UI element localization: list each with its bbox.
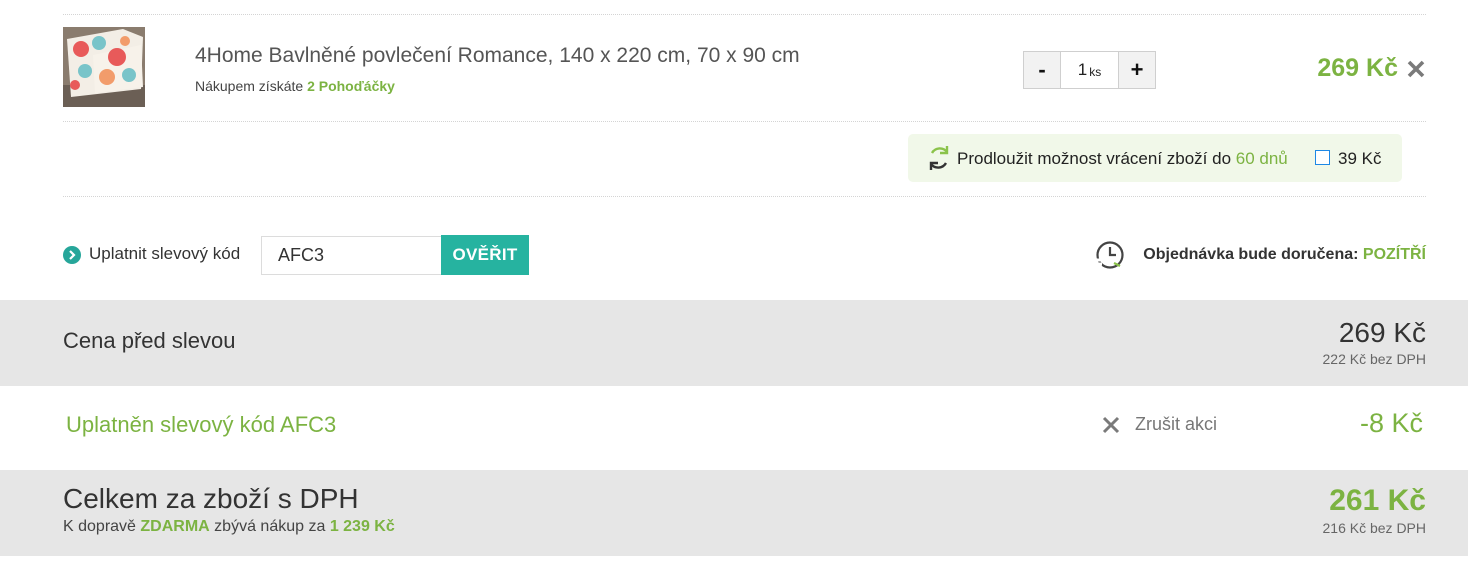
loyalty-points-value[interactable]: 2 Pohoďáčky (307, 78, 395, 94)
total-label: Celkem za zboží s DPH (63, 483, 359, 514)
cancel-discount-icon[interactable] (1102, 416, 1120, 434)
delivery-label: Objednávka bude doručena: (1143, 246, 1359, 263)
loyalty-points-prefix: Nákupem získáte (195, 78, 304, 94)
discount-label: Uplatněn slevový kód AFC3 (66, 412, 337, 437)
quantity-value: 1 (1077, 60, 1088, 79)
total-net: 216 Kč bez DPH (1322, 520, 1427, 536)
delivery-value: POZÍTŘÍ (1362, 246, 1426, 263)
return-extension-checkbox[interactable] (1315, 150, 1330, 165)
price-before-discount-net: 222 Kč bez DPH (1322, 351, 1427, 367)
cancel-discount-link[interactable]: Zrušit akci (1135, 414, 1217, 435)
quantity-field[interactable]: 1 ks (1061, 51, 1118, 89)
refresh-arrows-icon (926, 144, 952, 172)
total-price: 261 Kč (1329, 484, 1426, 517)
total-row: Celkem za zboží s DPH K dopravě ZDARMA z… (0, 470, 1468, 556)
product-name[interactable]: 4Home Bavlněné povlečení Romance, 140 x … (195, 44, 800, 68)
top-divider (63, 14, 1426, 15)
clock-icon (1094, 240, 1126, 270)
quantity-stepper: - 1 ks + (1023, 51, 1156, 89)
price-before-discount-row: Cena před slevou 269 Kč 222 Kč bez DPH (0, 300, 1468, 386)
shipping-middle: zbývá nákup za (214, 518, 326, 535)
product-divider (63, 121, 1426, 122)
return-extension-box: Prodloužit možnost vrácení zboží do 60 d… (908, 134, 1402, 182)
return-divider (63, 196, 1426, 197)
coupon-label[interactable]: Uplatnit slevový kód (89, 244, 240, 264)
price-before-discount-value: 269 Kč (1338, 317, 1426, 348)
product-thumbnail[interactable] (63, 27, 145, 107)
close-icon[interactable] (1405, 58, 1427, 80)
shipping-prefix: K dopravě (63, 518, 136, 535)
discount-value: -8 Kč (1359, 408, 1423, 438)
return-extension-text: Prodloužit možnost vrácení zboží do 60 d… (957, 149, 1288, 169)
loyalty-points: Nákupem získáte 2 Pohoďáčky (195, 78, 395, 94)
verify-coupon-button[interactable]: OVĚŘIT (441, 235, 529, 275)
quantity-unit: ks (1089, 65, 1102, 79)
shipping-amount: 1 239 Kč (329, 518, 395, 535)
return-extension-label: Prodloužit možnost vrácení zboží do (957, 149, 1232, 168)
quantity-decrease-button[interactable]: - (1023, 51, 1061, 89)
free-shipping-info: K dopravě ZDARMA zbývá nákup za 1 239 Kč (63, 518, 395, 536)
shipping-free: ZDARMA (140, 518, 210, 535)
price-before-discount-label: Cena před slevou (63, 328, 236, 353)
delivery-info: Objednávka bude doručena: POZÍTŘÍ (1143, 246, 1426, 264)
discount-row: Uplatněn slevový kód AFC3 Zrušit akci -8… (0, 386, 1468, 470)
return-extension-days: 60 dnů (1235, 149, 1288, 168)
chevron-circle-icon (63, 246, 81, 264)
quantity-increase-button[interactable]: + (1118, 51, 1156, 89)
coupon-code-input[interactable] (261, 236, 441, 275)
return-extension-price[interactable]: 39 Kč (1338, 149, 1381, 169)
product-price: 269 Kč (1317, 54, 1398, 82)
